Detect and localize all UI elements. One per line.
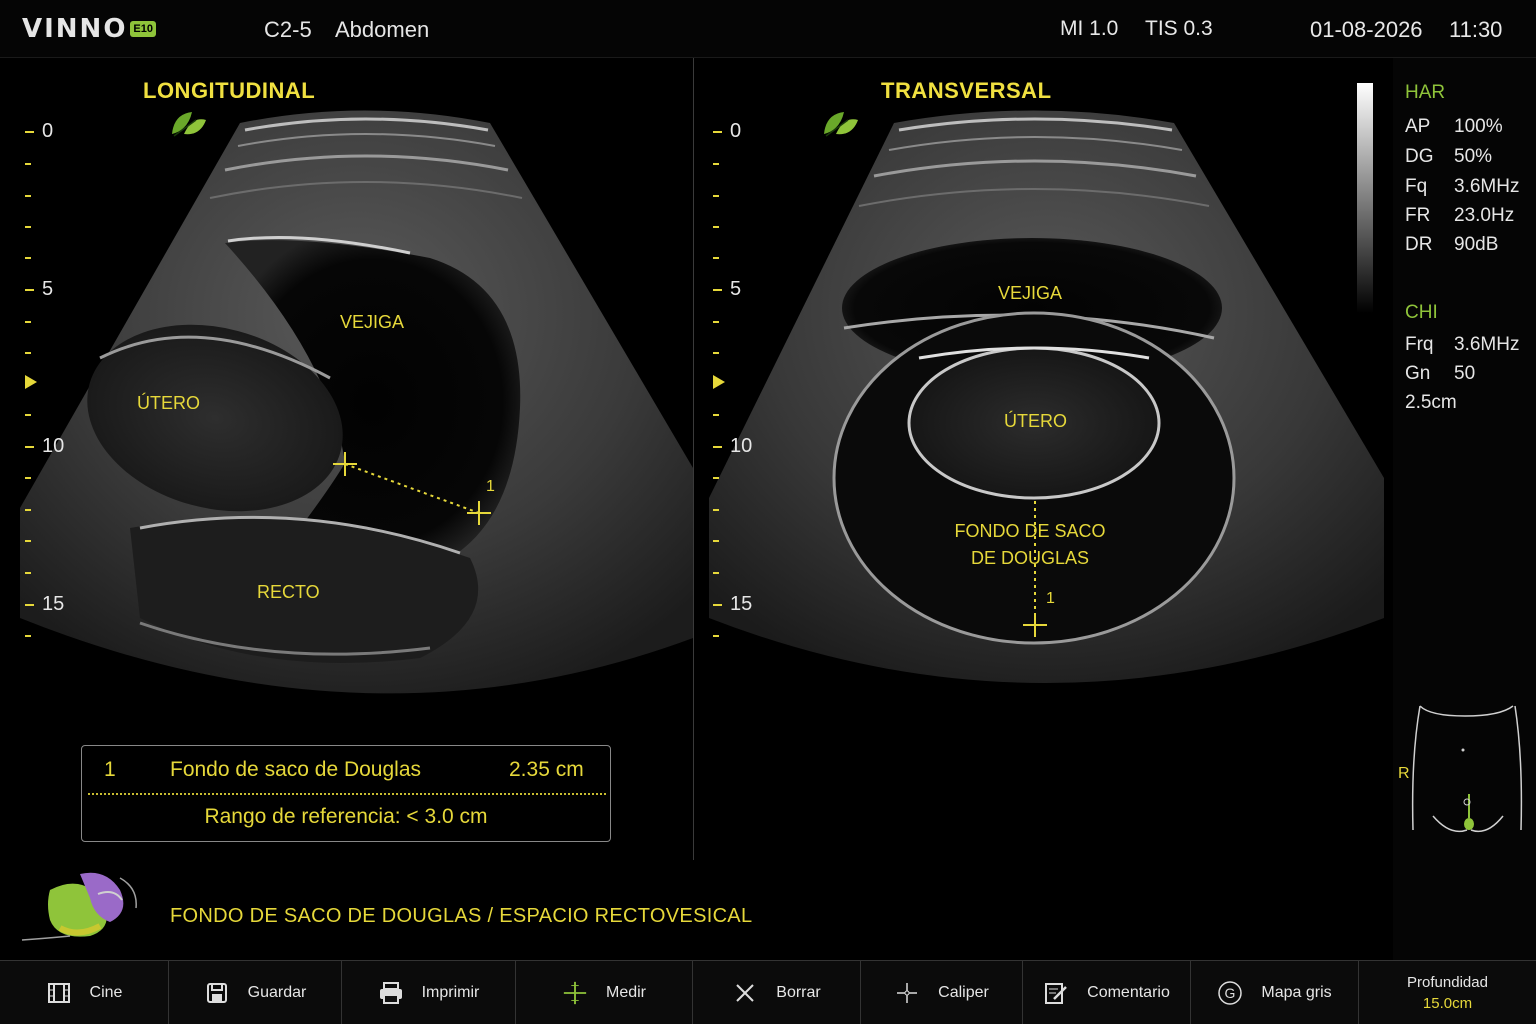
orientation-marker-icon	[172, 112, 206, 137]
body-marker-side: R	[1398, 765, 1410, 782]
measurement-result-box[interactable]: 1 Fondo de saco de Douglas 2.35 cm Rango…	[81, 745, 611, 842]
depth-label-10-right: 10	[730, 435, 753, 457]
label-bladder: VEJIGA	[340, 312, 405, 332]
measure-label: Medir	[605, 984, 646, 1001]
logo-text: VINNO	[22, 14, 128, 44]
depth-label-5-right: 5	[730, 278, 742, 300]
save-button[interactable]: Guardar	[169, 961, 342, 1024]
label-rectum: RECTO	[257, 582, 320, 602]
focus-marker-icon[interactable]	[25, 375, 37, 389]
depth-label-5: 5	[42, 278, 54, 300]
param-dg-value: 50%	[1454, 146, 1493, 167]
depth-label-0: 0	[42, 120, 54, 142]
param-focus-depth: 2.5cm	[1405, 392, 1457, 413]
vinno-logo: VINNO E10	[22, 14, 156, 44]
transversal-ultrasound-image	[709, 110, 1384, 683]
measurement-number: 1	[486, 478, 495, 495]
logo-badge: E10	[130, 21, 156, 37]
measure-cross-icon	[562, 980, 588, 1006]
graymap-label: Mapa gris	[1261, 984, 1332, 1001]
mechanical-index: MI 1.0	[1060, 17, 1119, 40]
transversal-view[interactable]: TRANSVERSAL 0 5 10 15 VEJIGA ÚTERO FONDO…	[694, 58, 1393, 738]
param-ap-value: 100%	[1454, 116, 1503, 137]
depth-label: Profundidad	[1407, 974, 1488, 991]
result-separator	[88, 793, 606, 795]
graymap-icon: G	[1217, 980, 1243, 1006]
caliper-button[interactable]: Caliper	[861, 961, 1023, 1024]
probe-name[interactable]: C2-5	[264, 17, 312, 43]
annotation-text: FONDO DE SACO DE DOUGLAS / ESPACIO RECTO…	[170, 905, 753, 927]
focus-marker-icon-right[interactable]	[713, 375, 725, 389]
param-fr-label: FR	[1405, 205, 1431, 226]
edit-note-icon	[1043, 980, 1069, 1006]
param-fq-label: Fq	[1405, 176, 1428, 197]
depth-label-0-right: 0	[730, 120, 742, 142]
time-display: 11:30	[1449, 17, 1503, 42]
depth-label-15: 15	[42, 593, 65, 615]
exam-preset[interactable]: Abdomen	[335, 17, 429, 43]
date-display: 01-08-2026	[1310, 17, 1423, 42]
caliper-icon	[894, 980, 920, 1006]
depth-label-10: 10	[42, 435, 65, 457]
print-button[interactable]: Imprimir	[342, 961, 516, 1024]
result-name: Fondo de saco de Douglas	[170, 758, 422, 781]
body-marker-icon[interactable]	[1405, 698, 1530, 838]
param-dg-label: DG	[1405, 146, 1434, 167]
comment-button[interactable]: Comentario	[1023, 961, 1191, 1024]
depth-value: 15.0cm	[1422, 995, 1473, 1012]
cine-button[interactable]: Cine	[0, 961, 169, 1024]
label-uterus-transversal: ÚTERO	[1004, 411, 1067, 431]
save-label: Guardar	[247, 984, 307, 1001]
param-ap-label: AP	[1405, 116, 1431, 137]
caliper-label: Caliper	[938, 984, 989, 1001]
save-icon	[204, 980, 230, 1006]
result-index: 1	[104, 758, 116, 781]
param-fq-value: 3.6MHz	[1454, 176, 1520, 197]
label-pouch-douglas-line1: FONDO DE SACO	[954, 521, 1106, 541]
printer-icon	[378, 980, 404, 1006]
result-value: 2.35 cm	[509, 758, 584, 781]
depth-label-15-right: 15	[730, 593, 753, 615]
comment-label: Comentario	[1087, 984, 1170, 1001]
param-frq-label: Frq	[1405, 334, 1434, 355]
har-header: HAR	[1405, 82, 1446, 103]
label-bladder-transversal: VEJIGA	[998, 283, 1063, 303]
grayscale-bar	[1357, 83, 1373, 313]
longitudinal-view[interactable]: LONGITUDINAL 0 5 10 15 VEJIGA ÚTERO RECT…	[0, 58, 693, 738]
film-icon	[46, 980, 72, 1006]
param-dr-value: 90dB	[1454, 234, 1499, 255]
chi-header: CHI	[1405, 302, 1438, 323]
delete-button[interactable]: Borrar	[693, 961, 861, 1024]
param-gn-value: 50	[1454, 363, 1476, 384]
param-frq-value: 3.6MHz	[1454, 334, 1520, 355]
delete-label: Borrar	[776, 984, 821, 1001]
close-icon	[732, 980, 758, 1006]
longitudinal-title: LONGITUDINAL	[143, 78, 316, 103]
bottom-toolbar: Cine Guardar Imprimir Medir Borrar Calip…	[0, 960, 1536, 1024]
print-label: Imprimir	[421, 984, 480, 1001]
transversal-title: TRANSVERSAL	[881, 78, 1052, 103]
top-bar: VINNO E10 C2-5 Abdomen MI 1.0 TIS 0.3 01…	[0, 0, 1536, 58]
param-fr-value: 23.0Hz	[1454, 205, 1515, 226]
measurement-number-transversal: 1	[1046, 590, 1055, 607]
param-dr-label: DR	[1405, 234, 1433, 255]
result-reference-range: Rango de referencia: < 3.0 cm	[204, 805, 488, 828]
depth-control[interactable]: Profundidad 15.0cm	[1359, 961, 1536, 1024]
svg-text:G: G	[1225, 985, 1236, 1001]
thermal-index: TIS 0.3	[1145, 17, 1213, 40]
longitudinal-ultrasound-image	[20, 110, 693, 694]
measure-button[interactable]: Medir	[516, 961, 693, 1024]
cine-label: Cine	[89, 984, 123, 1001]
pelvic-anatomy-icon	[21, 872, 137, 941]
label-uterus: ÚTERO	[137, 393, 200, 413]
label-pouch-douglas-line2: DE DOUGLAS	[970, 548, 1090, 568]
orientation-marker-icon-right	[824, 112, 858, 137]
graymap-button[interactable]: G Mapa gris	[1191, 961, 1359, 1024]
param-gn-label: Gn	[1405, 363, 1431, 384]
